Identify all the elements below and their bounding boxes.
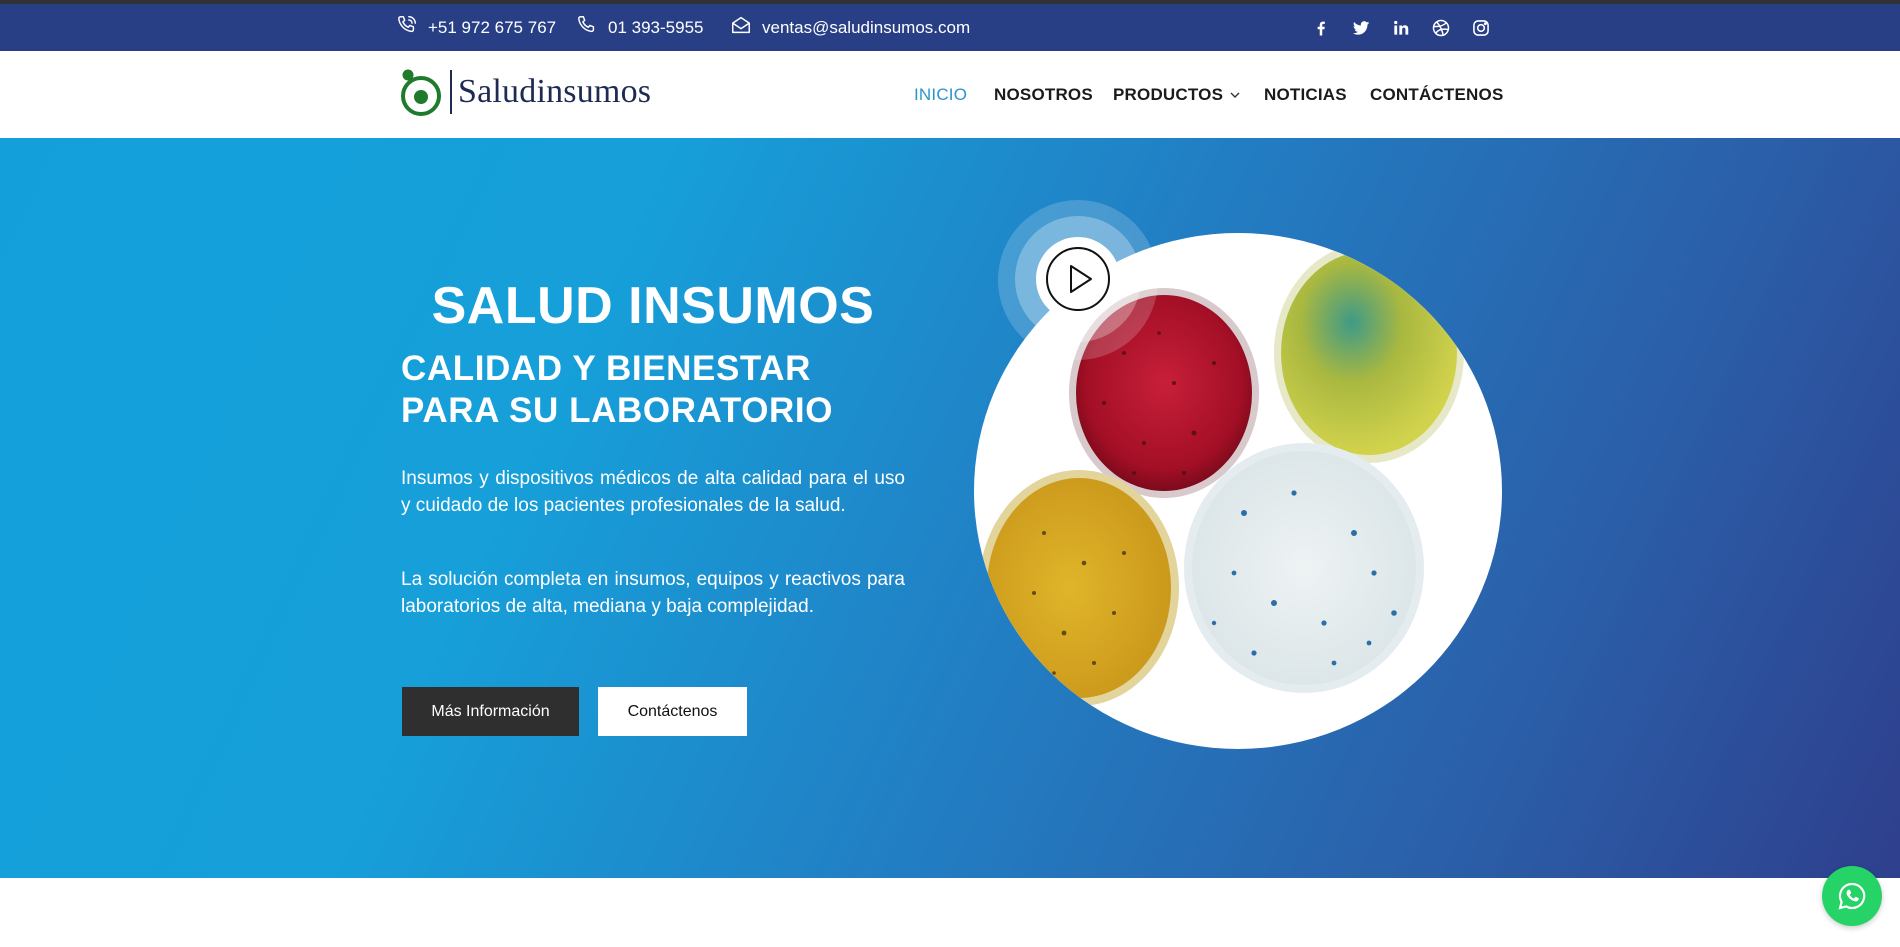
phone-mobile-text: +51 972 675 767 [428,17,557,37]
nav-item-label: PRODUCTOS [1113,84,1224,104]
dribbble-icon[interactable] [1430,17,1452,39]
nav-item-nosotros[interactable]: NOSOTROS [994,51,1093,138]
hero-title: SALUD INSUMOS [431,277,875,335]
hero-paragraph-1: Insumos y dispositivos médicos de alta c… [401,468,905,516]
phone-icon [576,14,598,41]
nav-item-label: NOSOTROS [994,84,1093,104]
top-contact-bar: +51 972 675 767 01 393-5955 ventas@salud… [0,4,1900,51]
hero-subtitle: CALIDAD Y BIENESTAR PARA SU LABORATORIO [401,349,834,430]
email-text: ventas@saludinsumos.com [762,17,971,37]
twitter-icon[interactable] [1350,17,1372,39]
facebook-icon[interactable] [1310,17,1332,39]
phone-landline-link[interactable]: 01 393-5955 [576,4,703,51]
phone-mobile-link[interactable]: +51 972 675 767 [396,4,556,51]
phone-landline-text: 01 393-5955 [608,17,704,37]
hero-paragraph-2: La solución completa en insumos, equipos… [401,569,905,617]
nav-item-productos[interactable]: PRODUCTOS [1113,51,1241,138]
main-nav: INICIO NOSOTROS PRODUCTOS NOTICIAS CONTÁ… [0,51,1900,138]
nav-item-contactenos[interactable]: CONTÁCTENOS [1370,51,1503,138]
chevron-down-icon [1230,92,1240,98]
play-icon [1046,247,1110,311]
video-play-button[interactable] [1036,237,1120,321]
nav-item-label: CONTÁCTENOS [1370,84,1504,104]
instagram-icon[interactable] [1470,17,1492,39]
whatsapp-icon [1838,882,1866,910]
more-info-button[interactable]: Más Información [402,687,579,736]
nav-item-noticias[interactable]: NOTICIAS [1264,51,1347,138]
hero-section: SALUD INSUMOS CALIDAD Y BIENESTAR PARA S… [0,138,1900,878]
social-links [1310,4,1492,51]
envelope-open-icon [730,14,752,41]
contact-button[interactable]: Contáctenos [598,687,747,736]
nav-item-label: INICIO [914,84,968,104]
nav-item-inicio[interactable]: INICIO [914,51,967,138]
email-link[interactable]: ventas@saludinsumos.com [730,4,970,51]
whatsapp-button[interactable] [1822,866,1882,926]
nav-item-label: NOTICIAS [1264,84,1347,104]
linkedin-icon[interactable] [1390,17,1412,39]
phone-icon [396,14,418,41]
site-header: Saludinsumos INICIO NOSOTROS PRODUCTOS N… [0,51,1900,138]
